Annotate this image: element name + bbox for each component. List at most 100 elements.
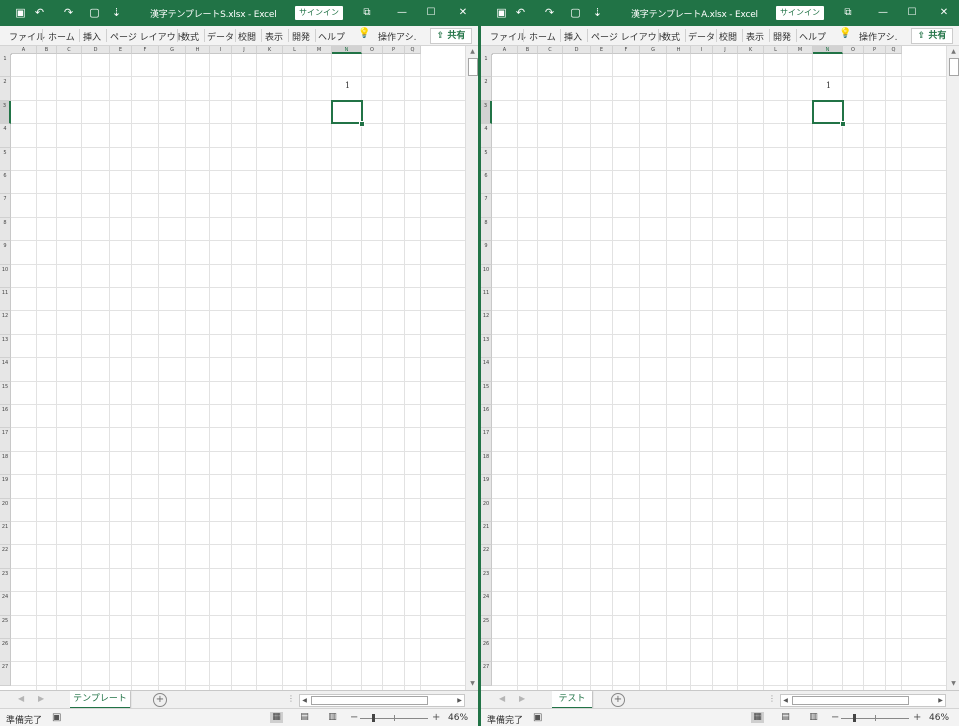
save-icon[interactable]: ▣ <box>495 6 508 19</box>
row-header[interactable]: 14 <box>0 358 11 382</box>
row-header[interactable]: 15 <box>481 381 492 405</box>
scroll-up-icon[interactable]: ▲ <box>949 48 958 56</box>
undo-icon[interactable]: ↶ <box>33 6 46 19</box>
ribbon-tab[interactable]: ホーム <box>529 30 556 43</box>
column-header[interactable]: N <box>332 46 362 54</box>
add-sheet-icon[interactable]: + <box>153 693 167 707</box>
scroll-down-icon[interactable]: ▼ <box>949 680 958 688</box>
row-header[interactable]: 26 <box>481 639 492 663</box>
scroll-up-icon[interactable]: ▲ <box>468 48 477 56</box>
horizontal-scroll-thumb[interactable] <box>792 696 909 705</box>
row-header[interactable]: 10 <box>481 264 492 288</box>
row-header[interactable]: 25 <box>0 615 11 639</box>
customize-icon[interactable]: ⇣ <box>110 6 123 19</box>
customize-icon[interactable]: ⇣ <box>591 6 604 19</box>
scroll-down-icon[interactable]: ▼ <box>468 680 477 688</box>
sheet-next-icon[interactable]: ▶ <box>38 694 44 703</box>
column-header[interactable]: O <box>362 46 383 54</box>
column-header[interactable]: A <box>492 46 518 54</box>
row-header[interactable]: 21 <box>0 522 11 546</box>
zoom-slider-knob[interactable] <box>372 714 375 722</box>
row-header[interactable]: 13 <box>0 334 11 359</box>
quick-access-icon[interactable]: ▢ <box>88 6 101 19</box>
scroll-right-icon[interactable]: ▶ <box>455 695 464 706</box>
add-sheet-icon[interactable]: + <box>611 693 625 707</box>
zoom-slider-knob[interactable] <box>853 714 856 722</box>
row-header[interactable]: 21 <box>481 522 492 546</box>
minimize-icon[interactable]: — <box>395 6 409 19</box>
column-header[interactable]: C <box>57 46 82 54</box>
signin-button[interactable]: サインイン <box>776 6 824 20</box>
normal-view-icon[interactable]: ▦ <box>270 712 283 723</box>
page-break-view-icon[interactable]: ▥ <box>807 712 820 723</box>
row-header[interactable]: 18 <box>0 451 11 476</box>
row-header[interactable]: 27 <box>481 662 492 686</box>
row-header[interactable]: 3 <box>481 100 492 125</box>
zoom-percent[interactable]: 46% <box>448 713 468 723</box>
redo-icon[interactable]: ↷ <box>543 6 556 19</box>
row-header[interactable]: 13 <box>481 334 492 359</box>
row-header[interactable]: 18 <box>481 451 492 476</box>
column-header[interactable]: I <box>210 46 232 54</box>
quick-access-icon[interactable]: ▢ <box>569 6 582 19</box>
lightbulb-icon[interactable]: 💡 <box>839 28 851 39</box>
column-header[interactable]: D <box>82 46 110 54</box>
row-header[interactable]: 8 <box>0 217 11 242</box>
zoom-out-icon[interactable]: − <box>350 712 358 723</box>
undo-icon[interactable]: ↶ <box>514 6 527 19</box>
row-header[interactable]: 12 <box>481 311 492 335</box>
redo-icon[interactable]: ↷ <box>62 6 75 19</box>
tell-me-box[interactable]: 操作アシ. <box>859 30 898 43</box>
sheet-prev-icon[interactable]: ◀ <box>499 694 505 703</box>
save-icon[interactable]: ▣ <box>14 6 27 19</box>
row-header[interactable]: 5 <box>0 147 11 171</box>
column-header[interactable]: C <box>538 46 563 54</box>
sheet-prev-icon[interactable]: ◀ <box>18 694 24 703</box>
column-header[interactable]: A <box>11 46 37 54</box>
row-header[interactable]: 9 <box>0 241 11 265</box>
row-header[interactable]: 2 <box>481 77 492 101</box>
column-header[interactable]: E <box>591 46 613 54</box>
cell-value[interactable]: 1 <box>345 81 350 90</box>
column-header[interactable]: G <box>159 46 186 54</box>
column-header[interactable]: B <box>518 46 538 54</box>
macro-record-icon[interactable]: ▣ <box>52 712 61 723</box>
scroll-left-icon[interactable]: ◀ <box>300 695 309 706</box>
ribbon-tab[interactable]: ファイル <box>9 30 45 43</box>
row-header[interactable]: 2 <box>0 77 11 101</box>
ribbon-display-icon[interactable]: ⧉ <box>360 6 374 19</box>
row-header[interactable]: 7 <box>0 194 11 218</box>
ribbon-tab[interactable]: 開発 <box>773 30 791 43</box>
row-header[interactable]: 3 <box>0 100 11 125</box>
fill-handle[interactable] <box>359 121 365 128</box>
tab-split-handle-icon[interactable]: ⋮ <box>768 694 776 703</box>
column-header[interactable]: P <box>383 46 405 54</box>
ribbon-tab[interactable]: データ <box>688 30 715 43</box>
column-header[interactable]: D <box>563 46 591 54</box>
row-header[interactable]: 6 <box>481 171 492 195</box>
ribbon-tab[interactable]: 数式 <box>662 30 680 43</box>
row-header[interactable]: 17 <box>481 428 492 452</box>
column-header[interactable]: N <box>813 46 843 54</box>
scroll-thumb[interactable] <box>468 58 478 76</box>
tell-me-box[interactable]: 操作アシ. <box>378 30 417 43</box>
ribbon-tab[interactable]: 数式 <box>181 30 199 43</box>
row-header[interactable]: 23 <box>0 568 11 593</box>
column-header[interactable]: H <box>186 46 210 54</box>
zoom-in-icon[interactable]: + <box>913 712 921 723</box>
row-header[interactable]: 23 <box>481 568 492 593</box>
share-button[interactable]: ⇪ 共有 <box>430 28 472 44</box>
row-header[interactable]: 16 <box>0 405 11 429</box>
row-header[interactable]: 26 <box>0 639 11 663</box>
row-header[interactable]: 4 <box>0 124 11 148</box>
row-header[interactable]: 19 <box>0 475 11 499</box>
column-header[interactable]: H <box>667 46 691 54</box>
row-header[interactable]: 11 <box>0 288 11 312</box>
ribbon-tab[interactable]: 表示 <box>746 30 764 43</box>
signin-button[interactable]: サインイン <box>295 6 343 20</box>
close-icon[interactable]: ✕ <box>456 6 470 19</box>
horizontal-scrollbar[interactable]: ◀ ▶ <box>299 694 465 707</box>
column-header[interactable]: Q <box>886 46 902 54</box>
zoom-out-icon[interactable]: − <box>831 712 839 723</box>
row-header[interactable]: 22 <box>481 545 492 569</box>
